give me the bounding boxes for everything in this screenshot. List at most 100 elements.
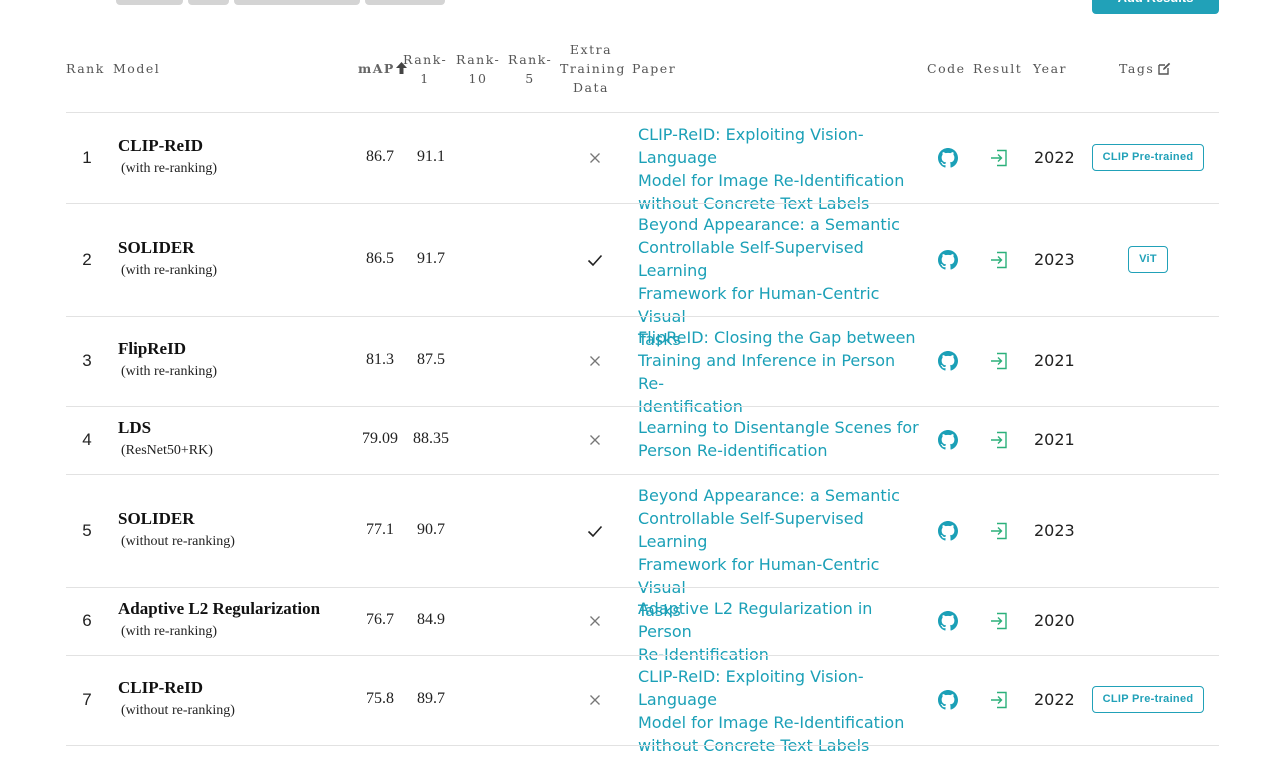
table-row: 6 Adaptive L2 Regularization (with re-rank… bbox=[0, 587, 1280, 664]
filter-chip[interactable] bbox=[234, 0, 360, 5]
year-value: 2023 bbox=[1034, 249, 1075, 269]
rank-1-value: 89.7 bbox=[417, 690, 445, 707]
model-name-link[interactable]: Adaptive L2 Regularization bbox=[118, 599, 320, 619]
model-variant: (with re-ranking) bbox=[121, 364, 218, 379]
row-divider bbox=[66, 745, 1219, 746]
map-value: 79.09 bbox=[362, 430, 398, 447]
header-rank-10[interactable]: Rank- 10 bbox=[456, 50, 500, 88]
model-name-link[interactable]: CLIP-ReID bbox=[118, 678, 203, 698]
model-name-link[interactable]: CLIP-ReID bbox=[118, 136, 203, 156]
model-variant: (ResNet50+RK) bbox=[121, 443, 213, 458]
check-icon bbox=[584, 249, 606, 271]
result-icon[interactable] bbox=[989, 430, 1009, 450]
table-row: 3 FlipReID (with re-ranking) 81.3 87.5 FlipRe… bbox=[0, 316, 1280, 416]
map-value: 75.8 bbox=[366, 690, 394, 707]
header-map[interactable]: mAP bbox=[358, 59, 407, 78]
year-value: 2022 bbox=[1034, 148, 1075, 167]
paper-title-line: Learning to Disentangle Scenes for bbox=[638, 418, 919, 437]
model-name-link[interactable]: SOLIDER bbox=[118, 509, 195, 529]
github-icon[interactable] bbox=[938, 520, 958, 541]
year-value: 2023 bbox=[1034, 520, 1075, 540]
header-extra-training-data[interactable]: Extra Training Data bbox=[560, 40, 626, 97]
result-icon[interactable] bbox=[989, 690, 1009, 710]
add-results-button[interactable]: Add Results bbox=[1092, 0, 1219, 14]
header-tags-label: Tags bbox=[1119, 61, 1155, 76]
cross-icon bbox=[584, 610, 606, 632]
header-paper[interactable]: Paper bbox=[632, 59, 676, 78]
result-icon[interactable] bbox=[989, 148, 1009, 168]
filter-chip[interactable] bbox=[365, 0, 445, 5]
rank-1-value: 84.9 bbox=[417, 611, 445, 628]
model-name-link[interactable]: LDS bbox=[118, 418, 151, 438]
github-icon[interactable] bbox=[938, 148, 958, 168]
header-rank-5-line: 5 bbox=[525, 71, 535, 86]
model-variant: (with re-ranking) bbox=[121, 262, 218, 278]
edit-icon[interactable] bbox=[1158, 62, 1171, 75]
tag-badge[interactable]: CLIP Pre-trained bbox=[1092, 686, 1204, 713]
paper-title-line: CLIP-ReID: Exploiting Vision-Language bbox=[638, 124, 864, 167]
header-year[interactable]: Year bbox=[1033, 59, 1067, 78]
github-icon[interactable] bbox=[938, 351, 958, 371]
header-rank-1-line: Rank- bbox=[403, 52, 448, 67]
paper-title-line: Training and Inference in Person Re- bbox=[638, 350, 896, 393]
table-row: 4 LDS (ResNet50+RK) 79.09 88.35 Learning to D… bbox=[0, 406, 1280, 474]
tag-badge[interactable]: CLIP Pre-trained bbox=[1092, 144, 1204, 171]
header-rank-10-line: Rank- bbox=[456, 52, 501, 67]
paper-link[interactable]: CLIP-ReID: Exploiting Vision-Language Mod… bbox=[638, 665, 923, 757]
table-row: 1 CLIP-ReID (with re-ranking) 86.7 91.1 CLIP-… bbox=[0, 113, 1280, 213]
paper-title-line: Controllable Self-Supervised Learning bbox=[638, 237, 864, 280]
filter-chip[interactable] bbox=[188, 0, 229, 5]
result-icon[interactable] bbox=[989, 250, 1009, 270]
year-value: 2022 bbox=[1034, 690, 1075, 709]
model-variant: (without re-ranking) bbox=[121, 533, 235, 549]
paper-title-line: Beyond Appearance: a Semantic bbox=[638, 485, 900, 505]
map-value: 76.7 bbox=[366, 611, 394, 628]
rank-1-value: 90.7 bbox=[417, 520, 445, 538]
cross-icon bbox=[584, 147, 606, 169]
header-extra-line: Training bbox=[560, 61, 626, 76]
result-icon[interactable] bbox=[989, 521, 1009, 541]
result-icon[interactable] bbox=[989, 351, 1009, 371]
paper-title-line: Model for Image Re-Identification bbox=[638, 170, 905, 190]
header-result[interactable]: Result bbox=[973, 59, 1022, 78]
header-tags[interactable]: Tags bbox=[1119, 59, 1171, 78]
cross-icon bbox=[584, 350, 606, 372]
rank-1-value: 88.35 bbox=[413, 430, 449, 447]
header-divider bbox=[66, 112, 1219, 113]
tag-badge[interactable]: ViT bbox=[1128, 245, 1168, 273]
rank-cell: 5 bbox=[82, 520, 92, 540]
github-icon[interactable] bbox=[938, 249, 958, 270]
header-extra-line: Extra bbox=[569, 42, 613, 57]
model-variant: (without re-ranking) bbox=[121, 703, 235, 718]
github-icon[interactable] bbox=[938, 690, 958, 710]
header-rank-1[interactable]: Rank- 1 bbox=[403, 50, 447, 88]
paper-title-line: Controllable Self-Supervised Learning bbox=[638, 508, 864, 551]
rank-cell: 2 bbox=[82, 249, 92, 269]
paper-link[interactable]: Learning to Disentangle Scenes for Person… bbox=[638, 416, 923, 462]
rank-cell: 6 bbox=[82, 611, 92, 630]
paper-title-line: FlipReID: Closing the Gap between bbox=[638, 327, 916, 347]
github-icon[interactable] bbox=[938, 430, 958, 450]
rank-cell: 3 bbox=[82, 351, 92, 370]
filter-chip[interactable] bbox=[116, 0, 183, 5]
year-value: 2021 bbox=[1034, 351, 1075, 370]
result-icon[interactable] bbox=[989, 611, 1009, 631]
map-value: 86.5 bbox=[366, 249, 394, 267]
table-row: 5 SOLIDER (without re-ranking) 77.1 90.7 Beyo… bbox=[0, 474, 1280, 620]
rank-cell: 4 bbox=[82, 430, 92, 449]
header-rank[interactable]: Rank bbox=[66, 59, 105, 78]
paper-link[interactable]: FlipReID: Closing the Gap between Trainin… bbox=[638, 326, 923, 418]
paper-title-line: CLIP-ReID: Exploiting Vision-Language bbox=[638, 666, 864, 709]
map-value: 77.1 bbox=[366, 520, 394, 538]
year-value: 2021 bbox=[1034, 430, 1075, 449]
cross-icon bbox=[584, 429, 606, 451]
header-rank-5[interactable]: Rank- 5 bbox=[508, 50, 552, 88]
model-name-link[interactable]: SOLIDER bbox=[118, 238, 195, 258]
header-code[interactable]: Code bbox=[927, 59, 966, 78]
paper-link[interactable]: CLIP-ReID: Exploiting Vision-Language Mod… bbox=[638, 123, 923, 215]
header-model[interactable]: Model bbox=[113, 59, 160, 78]
cross-icon bbox=[584, 689, 606, 711]
table-row: 2 SOLIDER (with re-ranking) 86.5 91.7 Beyond … bbox=[0, 203, 1280, 349]
github-icon[interactable] bbox=[938, 611, 958, 631]
model-name-link[interactable]: FlipReID bbox=[118, 339, 186, 359]
